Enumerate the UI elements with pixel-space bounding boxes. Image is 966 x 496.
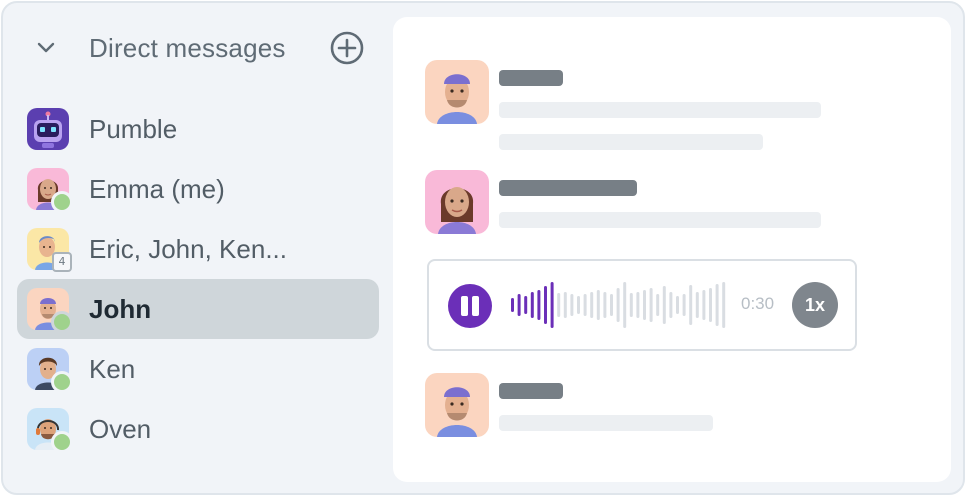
message-text-placeholder: [499, 415, 713, 431]
online-status-dot: [51, 431, 73, 453]
waveform-bar: [709, 288, 712, 322]
waveform-bar: [616, 288, 620, 322]
waveform-bar: [511, 298, 514, 312]
pause-button[interactable]: [448, 284, 492, 328]
waveform-bar: [676, 296, 679, 314]
section-title: Direct messages: [89, 33, 286, 63]
waveform-bar: [570, 294, 574, 316]
sender-name-placeholder: [499, 180, 637, 196]
waveform-bar: [530, 292, 534, 318]
message-avatar[interactable]: [425, 373, 489, 437]
waveform-bar: [649, 288, 653, 322]
chevron-down-icon[interactable]: [33, 35, 59, 61]
waveform-bar: [636, 292, 640, 318]
online-status-dot: [51, 311, 73, 333]
man-cap-avatar-icon: [425, 60, 489, 124]
online-status-dot: [51, 191, 73, 213]
waveform-bar: [695, 292, 699, 318]
message-text-placeholder: [499, 134, 763, 150]
dm-item-label: Eric, John, Ken...: [89, 234, 287, 264]
dm-item-group[interactable]: 4 Eric, John, Ken...: [17, 219, 379, 279]
waveform-bar: [629, 293, 633, 317]
waveform-bar: [557, 293, 561, 317]
waveform-bar: [537, 290, 541, 320]
waveform-bar: [603, 292, 607, 318]
dm-item-label: Ken: [89, 354, 136, 384]
woman-avatar-icon: [425, 170, 489, 234]
direct-messages-list: Pumble Emma (me) 4 Eric, John, Ken... Jo…: [17, 99, 379, 459]
man-cap-avatar-icon: [425, 373, 489, 437]
conversation-panel: 0:30 1x: [393, 17, 951, 482]
voice-message-player: 0:30 1x: [427, 259, 857, 351]
waveform-bar: [544, 286, 547, 324]
waveform-bar: [656, 294, 660, 316]
member-count-badge: 4: [52, 252, 72, 272]
message-text-placeholder: [499, 102, 821, 118]
message-text-placeholder: [499, 212, 821, 228]
waveform-bar: [583, 294, 587, 316]
waveform-bar: [669, 292, 673, 318]
bot-avatar: [27, 108, 69, 150]
waveform-bar: [610, 294, 613, 316]
waveform-bar: [590, 292, 594, 318]
dm-item-pumble[interactable]: Pumble: [17, 99, 379, 159]
waveform-bar: [623, 282, 627, 328]
dm-item-emma[interactable]: Emma (me): [17, 159, 379, 219]
sidebar: Direct messages Pumble Emma (me) 4 Eric,…: [3, 3, 393, 493]
waveform-bar: [682, 294, 686, 316]
waveform-bar: [643, 290, 646, 320]
dm-item-john[interactable]: John: [17, 279, 379, 339]
dm-item-label: Emma (me): [89, 174, 225, 204]
dm-item-ken[interactable]: Ken: [17, 339, 379, 399]
waveform-bar: [524, 296, 528, 314]
waveform-bar: [689, 285, 693, 325]
sender-name-placeholder: [499, 383, 563, 399]
message-avatar[interactable]: [425, 170, 489, 234]
bot-icon: [27, 108, 69, 150]
waveform[interactable]: [511, 261, 731, 349]
waveform-bar: [715, 284, 719, 326]
dm-item-label: Pumble: [89, 114, 178, 144]
waveform-bar: [596, 290, 600, 320]
pause-icon: [461, 296, 468, 316]
waveform-bar: [550, 282, 554, 328]
waveform-bar: [662, 286, 666, 324]
sender-name-placeholder: [499, 70, 563, 86]
waveform-bar: [702, 290, 706, 320]
message-avatar[interactable]: [425, 60, 489, 124]
dm-item-label: John: [89, 294, 152, 324]
waveform-bar: [517, 294, 521, 316]
app-frame: Direct messages Pumble Emma (me) 4 Eric,…: [1, 1, 965, 495]
dm-item-label: Oven: [89, 414, 152, 444]
dm-item-oven[interactable]: Oven: [17, 399, 379, 459]
voice-duration: 0:30: [741, 294, 775, 313]
add-direct-message-button[interactable]: [329, 30, 365, 66]
direct-messages-header: Direct messages: [3, 3, 393, 95]
playback-speed-button[interactable]: 1x: [792, 282, 838, 328]
waveform-bar: [563, 292, 567, 318]
waveform-bar: [577, 296, 580, 314]
online-status-dot: [51, 371, 73, 393]
waveform-bar: [722, 282, 726, 328]
